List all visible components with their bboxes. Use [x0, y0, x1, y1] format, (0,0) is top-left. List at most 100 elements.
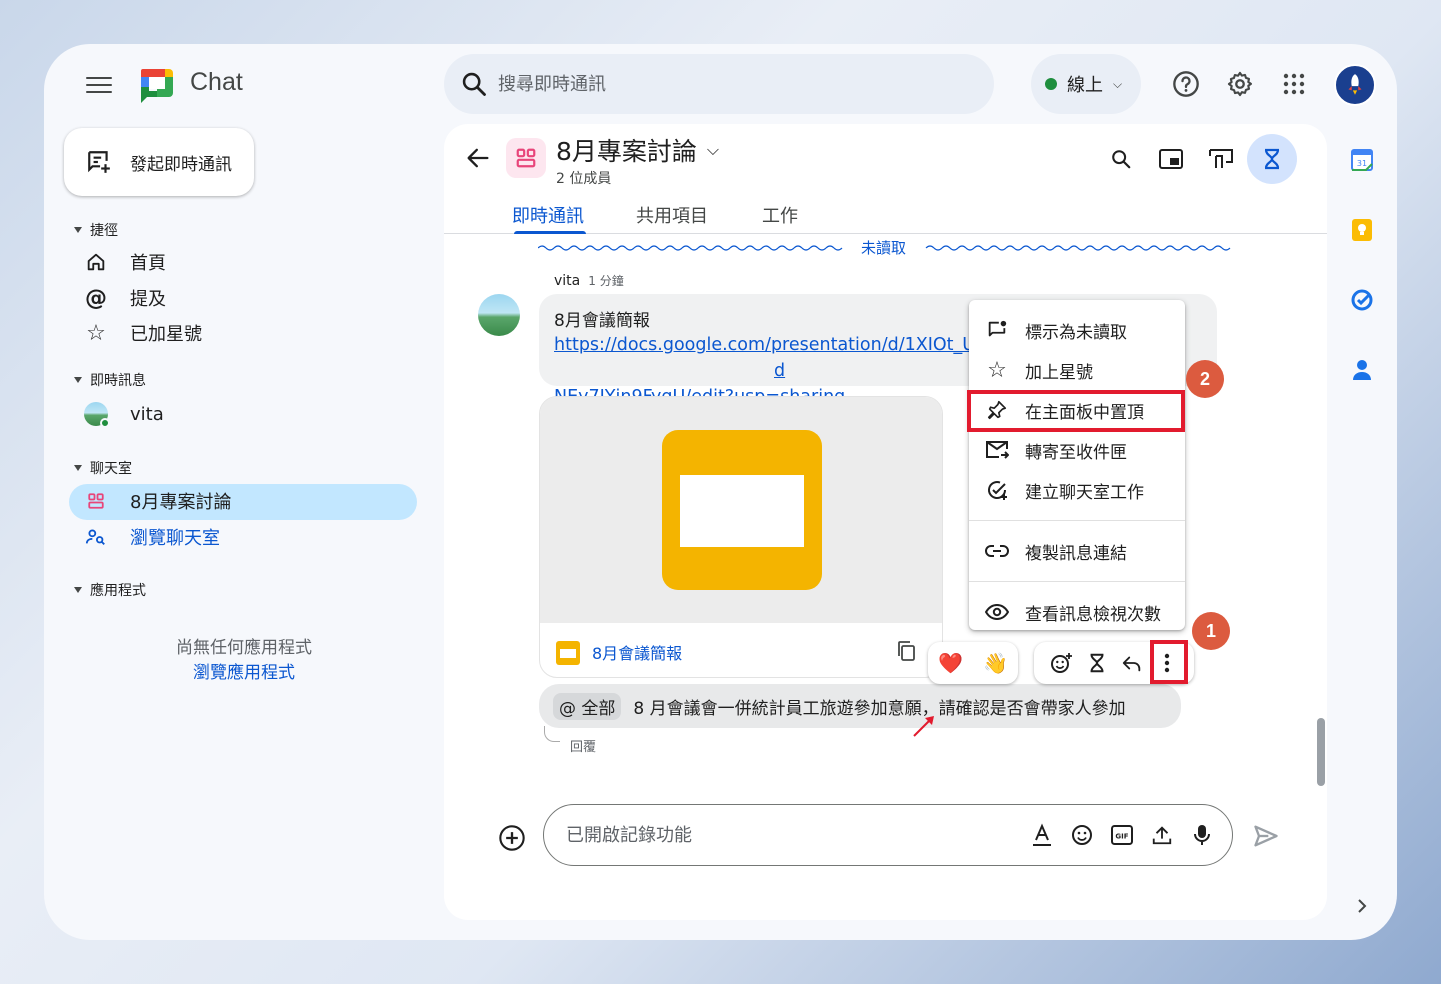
- caret-down-icon: [74, 377, 82, 383]
- section-title: 捷徑: [90, 223, 118, 239]
- menu-item-star[interactable]: ☆ 加上星號: [969, 350, 1185, 390]
- tab-tasks[interactable]: 工作: [762, 202, 798, 228]
- search-icon[interactable]: [460, 70, 488, 98]
- emoji-icon[interactable]: [1070, 823, 1094, 847]
- mention-all-chip[interactable]: @ 全部: [553, 692, 622, 720]
- reply-button[interactable]: 回覆: [570, 736, 596, 755]
- section-title: 應用程式: [90, 583, 146, 599]
- thread-message-bubble[interactable]: @ 全部 8 月會議會一併統計員工旅遊參加意願，請確認是否會帶家人參加: [539, 684, 1181, 728]
- menu-item-mark-unread[interactable]: 標示為未讀取: [969, 310, 1185, 350]
- slides-icon: [662, 430, 822, 590]
- contacts-icon[interactable]: [1350, 358, 1374, 382]
- wave-reaction[interactable]: 👋: [983, 651, 1008, 675]
- message-title: 8月會議簡報: [554, 311, 650, 331]
- sidebar-item-room-august[interactable]: 8月專案討論: [84, 484, 231, 518]
- settings-gear-icon[interactable]: [1224, 68, 1256, 100]
- microphone-icon[interactable]: [1190, 823, 1214, 847]
- browse-rooms-icon: [84, 525, 108, 549]
- new-chat-button[interactable]: 發起即時通訊: [64, 128, 254, 196]
- section-direct-messages[interactable]: 即時訊息: [74, 370, 146, 390]
- picture-in-picture-icon[interactable]: [1156, 144, 1186, 174]
- section-rooms[interactable]: 聊天室: [74, 458, 132, 478]
- sidebar-item-vita[interactable]: vita: [84, 397, 164, 431]
- scrollbar-thumb[interactable]: [1317, 718, 1325, 786]
- main-menu-icon[interactable]: [86, 72, 112, 98]
- menu-item-label: 標示為未讀取: [1025, 322, 1127, 343]
- message-sender: vita 1 分鐘: [554, 272, 624, 289]
- back-arrow-icon[interactable]: [464, 144, 492, 172]
- user-avatar: [84, 402, 110, 428]
- slides-preview-card[interactable]: 8月會議簡報: [539, 396, 943, 678]
- card-title[interactable]: 8月會議簡報: [592, 640, 682, 664]
- sidebar-item-browse-rooms[interactable]: 瀏覽聊天室: [84, 520, 220, 554]
- chat-window: Chat 線上 ⌵ 發起即時通訊 捷徑 首頁 @ 提及 ☆ 已加星號 即時訊息: [44, 44, 1397, 940]
- menu-item-label: 加上星號: [1025, 362, 1093, 383]
- thread-message-text: 8 月會議會一併統計員工旅遊參加意願，請確認是否會帶家人參加: [633, 698, 1126, 719]
- apps-grid-icon[interactable]: [1278, 68, 1310, 100]
- text-format-icon[interactable]: [1030, 823, 1054, 847]
- search-in-room-icon[interactable]: [1106, 144, 1136, 174]
- sender-avatar[interactable]: [478, 294, 520, 336]
- tasks-icon[interactable]: [1350, 288, 1374, 312]
- caret-down-icon: [74, 587, 82, 593]
- step-badge-1: 1: [1192, 612, 1230, 650]
- search-bar[interactable]: [444, 54, 994, 114]
- menu-item-label: 建立聊天室工作: [1025, 482, 1144, 503]
- section-title: 即時訊息: [90, 373, 146, 389]
- at-sign-icon: @: [85, 285, 107, 311]
- unread-label: 未讀取: [859, 237, 909, 258]
- help-icon[interactable]: [1170, 68, 1202, 100]
- gif-icon[interactable]: GIF: [1110, 823, 1134, 847]
- menu-item-label: 轉寄至收件匣: [1025, 442, 1127, 463]
- menu-item-forward-inbox[interactable]: 轉寄至收件匣: [969, 430, 1185, 470]
- heart-reaction[interactable]: ❤️: [938, 651, 963, 675]
- chevron-right-icon[interactable]: [1350, 894, 1374, 918]
- reply-in-thread-icon[interactable]: [1119, 650, 1145, 676]
- upload-icon[interactable]: [1150, 823, 1174, 847]
- calendar-icon[interactable]: 31: [1350, 148, 1374, 172]
- add-attachment-icon[interactable]: [498, 824, 526, 852]
- status-selector[interactable]: 線上 ⌵: [1031, 54, 1141, 114]
- create-task-icon[interactable]: [1084, 650, 1110, 676]
- member-count[interactable]: 2 位成員: [556, 168, 611, 188]
- sidebar-item-starred[interactable]: ☆ 已加星號: [84, 316, 202, 350]
- menu-item-copy-link[interactable]: 複製訊息連結: [969, 531, 1185, 571]
- hourglass-tasks-icon[interactable]: [1257, 144, 1287, 174]
- highlight-pin-item: [967, 390, 1185, 432]
- room-icon: [506, 138, 546, 178]
- link-line-1-tail[interactable]: d: [774, 361, 785, 381]
- account-avatar[interactable]: [1334, 64, 1376, 106]
- browse-apps-link[interactable]: 瀏覽應用程式: [44, 658, 444, 683]
- svg-text:GIF: GIF: [1115, 833, 1128, 841]
- sidebar-item-label: 瀏覽聊天室: [130, 528, 220, 549]
- section-shortcuts[interactable]: 捷徑: [74, 220, 118, 240]
- sidebar-item-label: 8月專案討論: [130, 492, 232, 513]
- section-apps[interactable]: 應用程式: [74, 580, 146, 600]
- keep-icon[interactable]: [1350, 218, 1374, 242]
- annotation-arrow: [913, 716, 934, 737]
- tab-shared-files[interactable]: 共用項目: [636, 202, 708, 228]
- caret-down-icon: [74, 227, 82, 233]
- sidebar-item-home[interactable]: 首頁: [84, 245, 166, 279]
- sidebar-item-mentions[interactable]: @ 提及: [84, 281, 166, 315]
- rocket-icon: [1348, 74, 1362, 95]
- online-dot-icon: [100, 418, 110, 428]
- message-input[interactable]: [566, 805, 1016, 865]
- search-input[interactable]: [498, 54, 948, 114]
- slides-small-icon: [556, 641, 580, 665]
- message-time: 1 分鐘: [588, 274, 624, 288]
- menu-item-create-task[interactable]: 建立聊天室工作: [969, 470, 1185, 510]
- link-line-1[interactable]: https://docs.google.com/presentation/d/1…: [554, 335, 986, 355]
- room-title: 8月專案討論: [556, 137, 697, 166]
- room-title-button[interactable]: 8月專案討論 ⌵: [556, 132, 719, 168]
- menu-item-view-count[interactable]: 查看訊息檢視次數: [969, 592, 1185, 632]
- meeting-room-icon[interactable]: [1206, 144, 1236, 174]
- link-icon: [985, 539, 1009, 563]
- add-reaction-icon[interactable]: [1048, 650, 1074, 676]
- new-chat-icon: [88, 151, 110, 173]
- tab-chat[interactable]: 即時通訊: [512, 202, 584, 228]
- chevron-down-icon: ⌵: [1113, 76, 1123, 91]
- home-icon: [84, 250, 108, 274]
- send-icon[interactable]: [1252, 822, 1280, 850]
- copy-icon[interactable]: [894, 639, 918, 663]
